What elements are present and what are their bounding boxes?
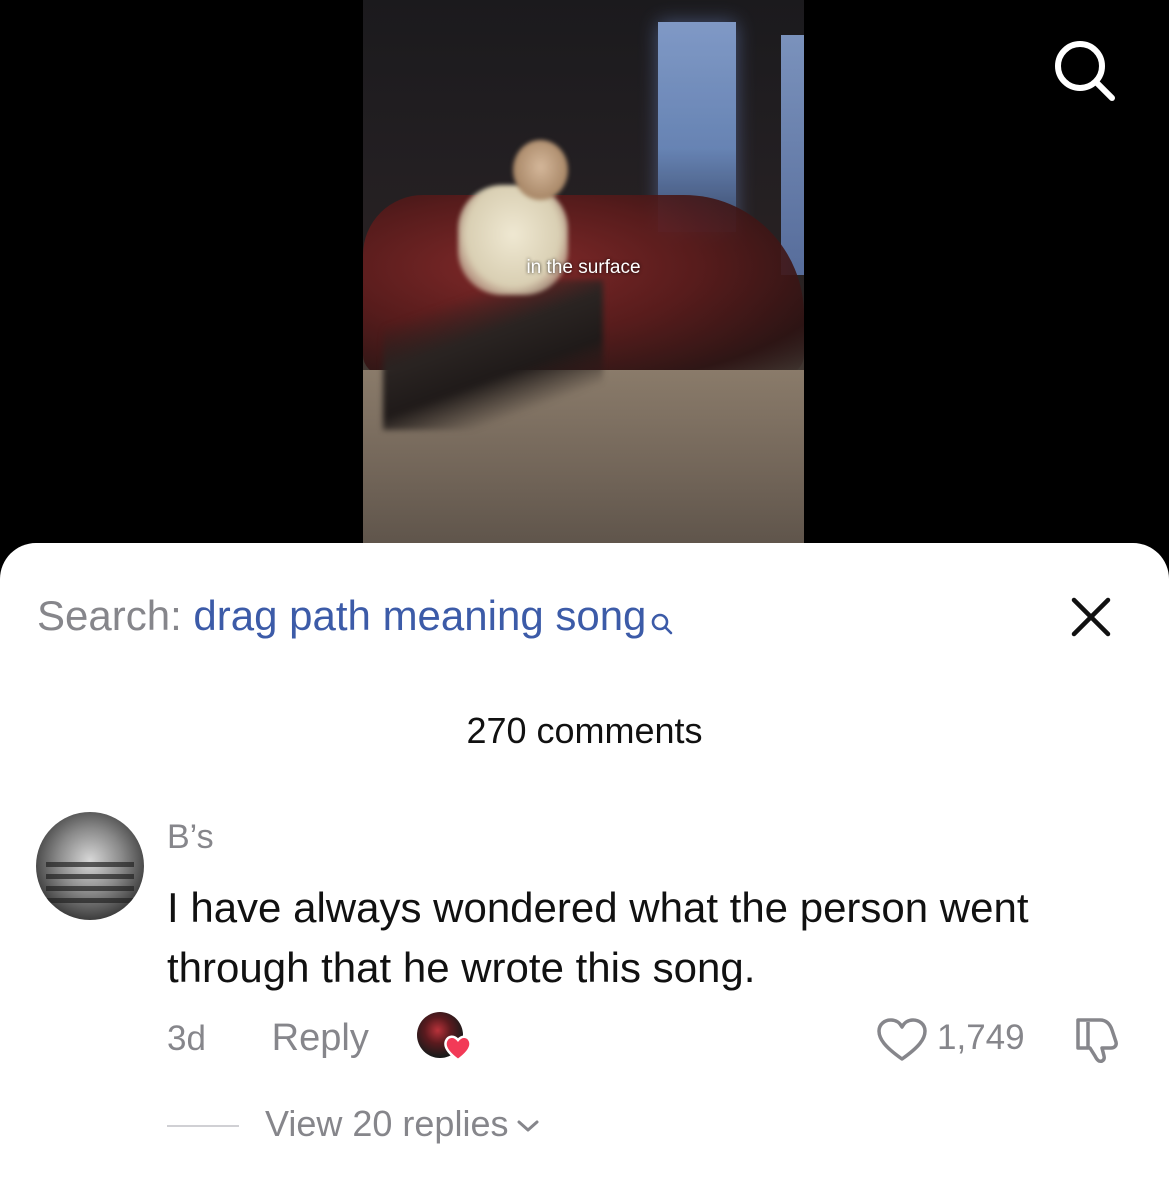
chevron-down-icon	[517, 1120, 539, 1132]
close-icon[interactable]	[1068, 594, 1114, 640]
search-prefix: Search:	[37, 592, 194, 639]
comment-meta: 3d Reply	[167, 1012, 369, 1064]
comment-time: 3d	[167, 1019, 206, 1058]
avatar[interactable]	[36, 812, 144, 920]
like-count: 1,749	[937, 1018, 1025, 1057]
avatar-stripe	[46, 886, 134, 891]
heart-badge-icon	[444, 1035, 472, 1062]
video-player[interactable]: in the surface	[363, 0, 804, 560]
creator-liked-badge	[417, 1012, 475, 1064]
search-icon[interactable]	[1050, 38, 1118, 102]
like-button[interactable]: 1,749	[875, 1012, 1025, 1064]
view-replies-button[interactable]: View 20 replies	[167, 1100, 540, 1148]
avatar-stripe	[46, 862, 134, 867]
comment-count: 270 comments	[466, 710, 703, 751]
avatar-stripe	[46, 898, 134, 903]
video-person-head	[513, 140, 568, 200]
video-person-legs	[383, 280, 603, 430]
comment-username[interactable]: B’s	[167, 815, 214, 859]
reply-button[interactable]: Reply	[272, 1012, 369, 1064]
dislike-icon[interactable]	[1072, 1014, 1122, 1064]
avatar-stripe	[46, 874, 134, 879]
search-suggestion[interactable]: Search: drag path meaning song	[37, 588, 674, 644]
replies-divider	[167, 1125, 239, 1128]
search-icon	[650, 594, 674, 650]
video-caption: in the surface	[526, 257, 641, 278]
view-replies-label: View 20 replies	[265, 1103, 509, 1144]
screen: in the surface Search: drag path meaning…	[0, 0, 1169, 1188]
heart-outline-icon	[877, 1018, 927, 1061]
search-query-link[interactable]: drag path meaning song	[193, 592, 646, 639]
video-window-light	[781, 35, 804, 275]
comment-text: I have always wondered what the person w…	[167, 884, 1029, 991]
